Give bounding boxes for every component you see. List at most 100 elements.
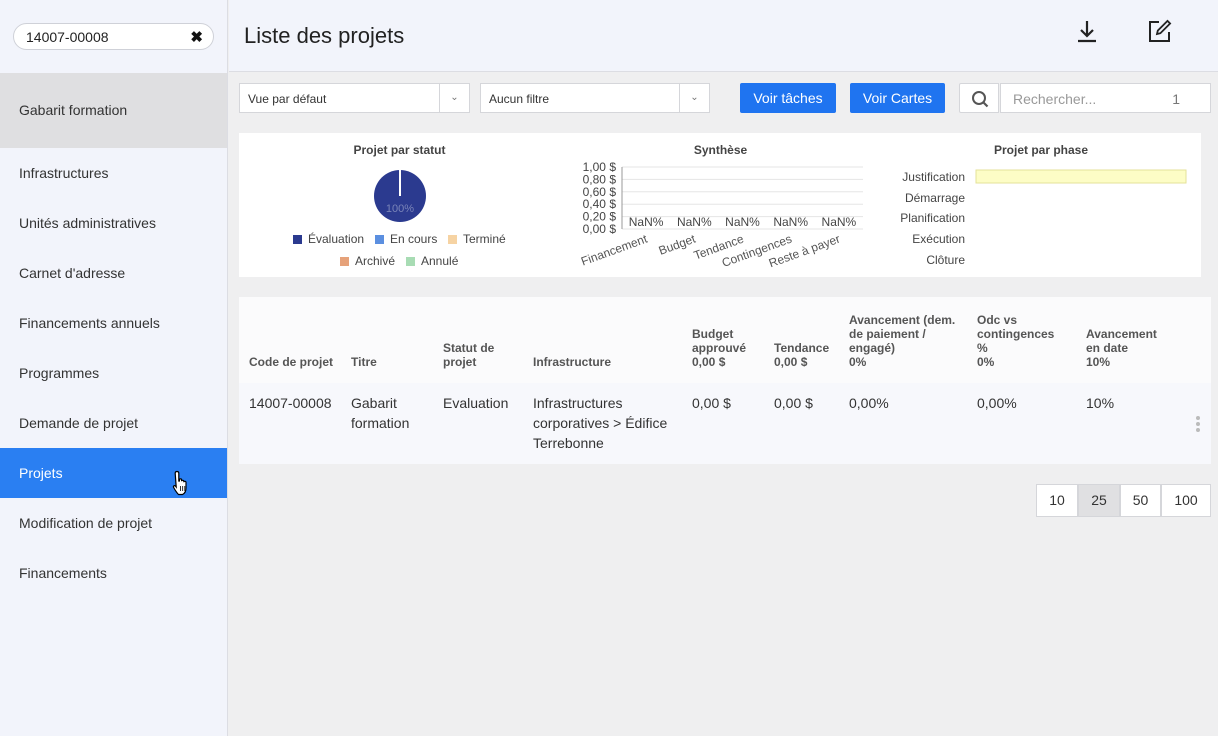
sidebar-group-gabarit-formation[interactable]: Gabarit formation [0,73,227,148]
data-label: NaN% [773,215,808,229]
cell-line: formation [351,415,410,431]
sidebar-item-projets[interactable]: Projets [0,448,227,498]
legend-item-en-cours[interactable]: En cours [375,232,437,246]
y-tick-label: 0,40 $ [583,197,617,211]
sidebar-item-label: Infrastructures [19,165,109,181]
sidebar-item-label: Financements [19,565,107,581]
x-tick-label: Financement [579,231,650,268]
clear-search-icon[interactable]: ✖ [190,28,203,46]
cell-infrastructure: Infrastructures corporatives > Édifice Ter… [533,393,667,453]
phase-chart-title: Projet par phase [993,143,1089,157]
header: Liste des projets [229,0,1218,72]
search-button[interactable] [959,83,999,113]
row-menu-icon[interactable] [1196,416,1202,434]
legend-label: En cours [390,232,438,246]
col-header-avancement-date[interactable]: Avancement en date 10% [1086,327,1157,369]
sidebar-item-programmes[interactable]: Programmes [0,348,227,398]
view-cards-button[interactable]: Voir Cartes [850,83,945,113]
legend-swatch [448,235,457,244]
view-select-value: Vue par défaut [248,92,327,106]
phase-label-demarrage: Démarrage [904,191,965,205]
view-select[interactable]: Vue par défaut ⌄ [239,83,470,113]
cell-line: Gabarit [351,395,397,411]
view-tasks-button[interactable]: Voir tâches [740,83,836,113]
filter-select[interactable]: Aucun filtre ⌄ [480,83,710,113]
col-header-tendance[interactable]: Tendance 0,00 $ [774,341,829,369]
sidebar-item-financements[interactable]: Financements [0,548,227,598]
sidebar-item-label: Carnet d'adresse [19,265,126,281]
phase-label-cloture: Clôture [926,253,965,267]
project-search-field[interactable]: 14007-00008 ✖ [13,23,214,50]
col-header-line: approuvé [692,341,747,355]
sidebar-item-unites-administratives[interactable]: Unités administratives [0,198,227,248]
page-size-10[interactable]: 10 [1036,484,1078,517]
cell-avancement: 0,00% [849,395,889,411]
sidebar-item-label: Demande de projet [19,415,139,431]
sidebar-item-label: Programmes [19,365,100,381]
legend-label: Annulé [421,254,459,268]
legend-swatch [375,235,384,244]
col-header-line: contingences [977,327,1055,341]
y-tick-label: 1,00 $ [583,160,617,174]
col-header-avancement[interactable]: Avancement (dem. de paiement / engagé) 0% [849,313,955,369]
sidebar-item-label: Projets [19,465,63,481]
col-header-line: Titre [351,355,377,369]
phase-bar [975,169,1187,184]
col-header-total: 10% [1086,355,1111,369]
col-header-titre[interactable]: Titre [351,355,377,369]
col-header-line: Statut de [443,341,495,355]
col-header-line: de paiement / [849,327,926,341]
page-size-50[interactable]: 50 [1120,484,1161,517]
phase-bar-chart [975,169,1187,184]
sidebar-item-carnet-adresse[interactable]: Carnet d'adresse [0,248,227,298]
sidebar-item-demande-de-projet[interactable]: Demande de projet [0,398,227,448]
cell-code: 14007-00008 [249,395,332,411]
legend-item-archive[interactable]: Archivé [340,254,395,268]
legend-item-termine[interactable]: Terminé [448,232,506,246]
chevron-down-icon: ⌄ [679,84,709,112]
y-tick-label: 0,00 $ [583,222,617,236]
legend-label: Archivé [355,254,396,268]
legend-label: Évaluation [308,232,365,246]
cell-line: Infrastructures [533,395,623,411]
project-search-value: 14007-00008 [26,29,109,45]
data-label: NaN% [629,215,664,229]
phase-label-justification: Justification [902,170,965,184]
col-header-statut[interactable]: Statut de projet [443,341,494,369]
sidebar-group-label: Gabarit formation [19,102,128,118]
data-label: NaN% [822,215,857,229]
table-row[interactable]: 14007-00008 Gabarit formation Evaluation … [239,383,1211,464]
sidebar-item-infrastructures[interactable]: Infrastructures [0,148,227,198]
col-header-line: Tendance [774,341,830,355]
data-label: NaN% [677,215,712,229]
legend-swatch [340,257,349,266]
cell-statut: Evaluation [443,395,509,411]
col-header-code[interactable]: Code de projet [249,355,333,369]
legend-item-evaluation[interactable]: Évaluation [293,232,364,246]
cell-titre: Gabarit formation [351,393,409,433]
col-header-total: 0,00 $ [692,355,726,369]
sidebar-item-label: Unités administratives [19,215,156,231]
phase-label-execution: Exécution [912,232,965,246]
sidebar-item-modification-de-projet[interactable]: Modification de projet [0,498,227,548]
y-tick-label: 0,80 $ [583,172,617,186]
col-header-odc[interactable]: Odc vs contingences% 0% [977,313,1054,369]
page-size-100[interactable]: 100 [1161,484,1211,517]
legend-item-annule[interactable]: Annulé [406,254,458,268]
col-header-budget[interactable]: Budget approuvé 0,00 $ [692,327,746,369]
x-tick-label: Budget [657,231,698,257]
download-icon[interactable] [1074,18,1100,44]
col-header-total: 0,00 $ [774,355,808,369]
cell-budget: 0,00 $ [692,395,731,411]
col-header-line: projet [443,355,477,369]
edit-icon[interactable] [1147,18,1173,44]
phase-label-planification: Planification [900,211,965,225]
filter-select-value: Aucun filtre [489,92,550,106]
col-header-total: 0% [849,355,867,369]
search-input[interactable]: Rechercher... 1 [1000,83,1211,113]
sidebar-item-financements-annuels[interactable]: Financements annuels [0,298,227,348]
col-header-infrastructure[interactable]: Infrastructure [533,355,611,369]
sidebar-nav: Infrastructures Unités administratives C… [0,148,227,598]
cell-line: corporatives > Édifice [533,415,668,431]
page-size-25[interactable]: 25 [1078,484,1120,517]
